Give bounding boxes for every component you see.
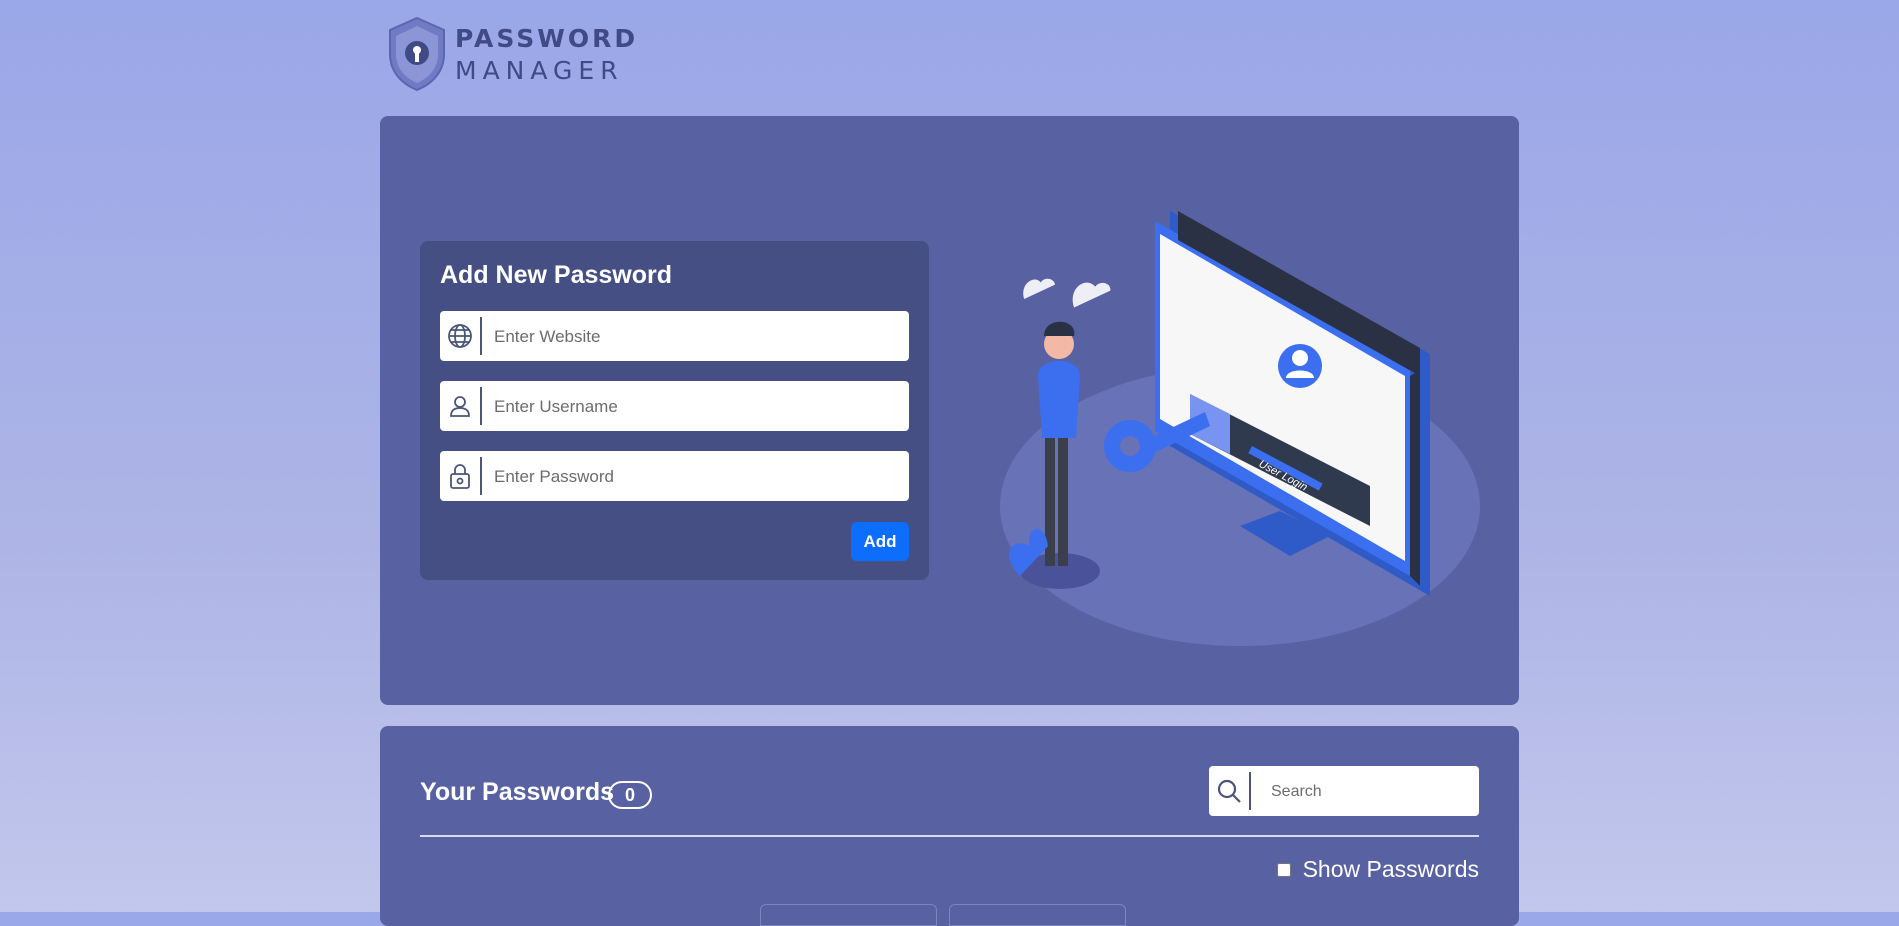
website-field[interactable]	[440, 311, 909, 361]
website-input[interactable]	[492, 321, 896, 353]
logo-text-line2: MANAGER	[455, 56, 624, 85]
show-passwords-toggle[interactable]: Show Passwords	[1276, 856, 1479, 883]
tab-stub	[949, 904, 1126, 926]
user-icon	[440, 381, 480, 431]
logo-text-line1: PASSWORD	[455, 24, 639, 53]
form-title: Add New Password	[440, 261, 672, 289]
show-passwords-label: Show Passwords	[1302, 856, 1479, 882]
add-password-form: Add New Password Enter Website Enter Use…	[420, 241, 929, 580]
passwords-card: Your Passwords 0 Show Passwords	[380, 726, 1519, 926]
search-icon	[1209, 766, 1249, 816]
tab-stub	[760, 904, 937, 926]
app-logo: PASSWORD MANAGER	[386, 16, 635, 92]
field-separator	[480, 317, 482, 355]
add-password-card: Add New Password Enter Website Enter Use…	[380, 116, 1519, 705]
username-input[interactable]	[492, 391, 896, 423]
search-field[interactable]	[1209, 766, 1479, 816]
passwords-title: Your Passwords	[420, 778, 615, 806]
password-input[interactable]	[492, 461, 896, 493]
field-separator	[480, 387, 482, 425]
password-field[interactable]	[440, 451, 909, 501]
search-input[interactable]	[1269, 776, 1473, 808]
globe-icon	[440, 311, 480, 361]
show-passwords-checkbox[interactable]	[1276, 862, 1291, 877]
add-button[interactable]: Add	[851, 522, 909, 561]
field-separator	[480, 457, 482, 495]
username-field[interactable]	[440, 381, 909, 431]
password-count-badge: 0	[608, 781, 652, 809]
login-illustration: User Login	[1000, 211, 1480, 646]
shield-lock-icon	[389, 16, 445, 92]
divider	[420, 835, 1479, 837]
lock-icon	[440, 451, 480, 501]
field-separator	[1249, 772, 1251, 810]
list-header-stub	[760, 904, 1126, 926]
